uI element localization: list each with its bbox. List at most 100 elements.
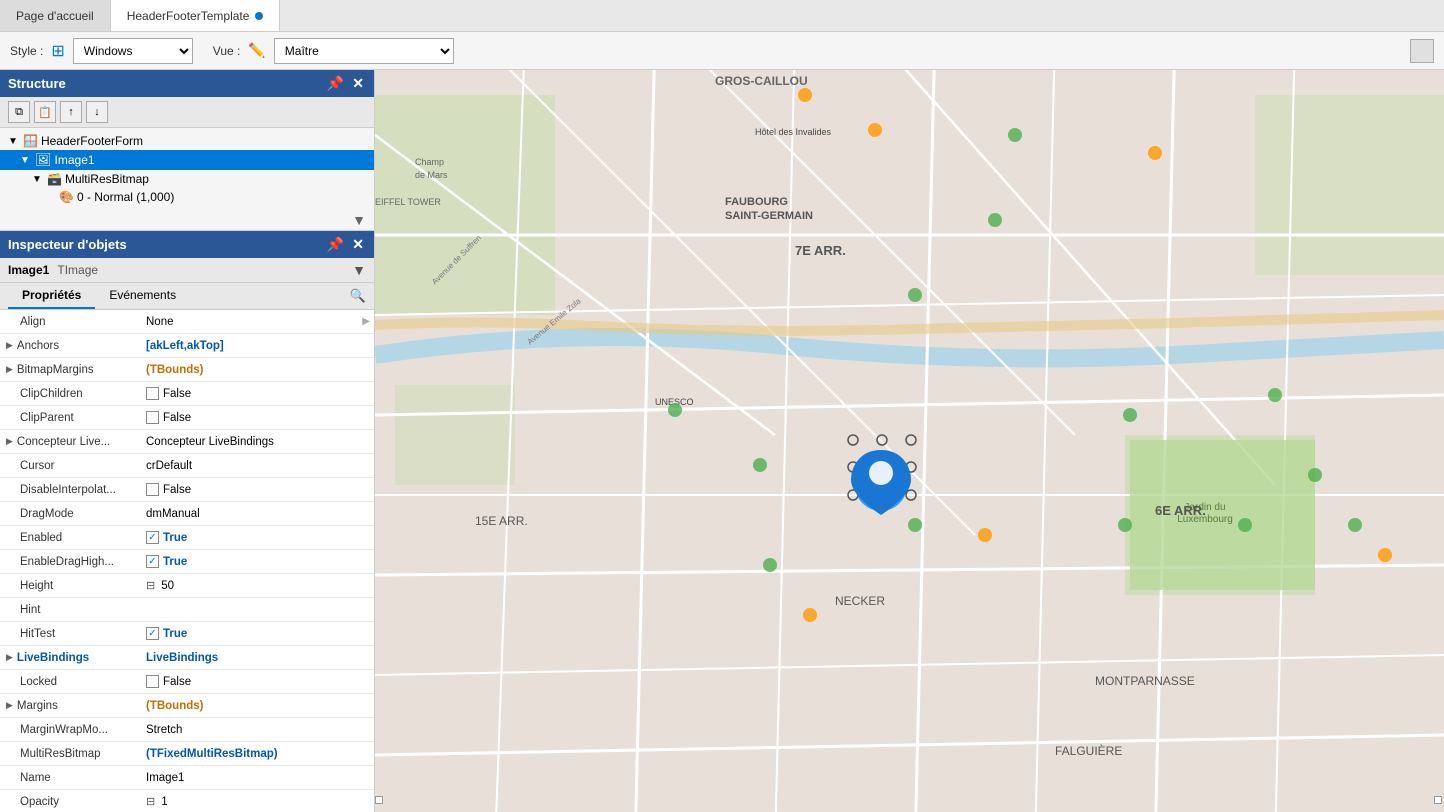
prop-name-marginwrapmode: MarginWrapMo...: [0, 721, 140, 739]
style-bar: Style : ⊞ Windows Vue : ✏️ Maître: [0, 32, 1444, 70]
prop-row-concepteur[interactable]: ▶ Concepteur Live... Concepteur LiveBind…: [0, 430, 374, 454]
hittest-checkbox[interactable]: [146, 627, 159, 640]
pin-icon[interactable]: 📌: [325, 75, 346, 92]
prop-name-margins: ▶ Margins: [0, 697, 140, 715]
structure-header-actions: 📌 ✕: [325, 75, 366, 92]
up-struct-btn[interactable]: ↑: [60, 101, 82, 123]
enabled-checkbox[interactable]: [146, 531, 159, 544]
tab-page-accueil[interactable]: Page d'accueil: [0, 0, 111, 31]
clipparent-checkbox[interactable]: [146, 411, 159, 424]
prop-value-locked: False: [140, 672, 374, 691]
prop-row-hittest[interactable]: HitTest True: [0, 622, 374, 646]
prop-row-margins[interactable]: ▶ Margins (TBounds): [0, 694, 374, 718]
vue-icon: ✏️: [248, 42, 265, 59]
corner-marker-bottom-left[interactable]: [375, 796, 383, 804]
component-dropdown-btn[interactable]: ▼: [352, 262, 366, 278]
margins-expand-arrow[interactable]: ▶: [6, 700, 13, 711]
prop-value-name: Image1: [140, 769, 374, 787]
tab-header-footer[interactable]: HeaderFooterTemplate: [111, 0, 281, 31]
prop-name-height: Height: [0, 577, 140, 595]
disableinterpolat-checkbox[interactable]: [146, 483, 159, 496]
tree-arrow-multires: ▼: [32, 174, 44, 185]
prop-name-dragmode: DragMode: [0, 505, 140, 523]
structure-header: Structure 📌 ✕: [0, 70, 374, 97]
windows-icon: ⊞: [51, 41, 64, 61]
tree-item-form[interactable]: ▼ 🪟 HeaderFooterForm: [0, 132, 374, 150]
copy-struct-btn[interactable]: ⧉: [8, 101, 30, 123]
prop-name-multiresbitmap: MultiResBitmap: [0, 745, 140, 763]
prop-row-align[interactable]: Align None ▶: [0, 310, 374, 334]
svg-text:FALGUIÈRE: FALGUIÈRE: [1055, 743, 1122, 758]
tab-evenements[interactable]: Evénements: [95, 283, 190, 309]
prop-row-enabledraghigh[interactable]: EnableDragHigh... True: [0, 550, 374, 574]
prop-row-anchors[interactable]: ▶ Anchors [akLeft,akTop]: [0, 334, 374, 358]
prop-row-clipchildren[interactable]: ClipChildren False: [0, 382, 374, 406]
opacity-icon: ⊟: [146, 795, 155, 808]
prop-row-disableinterpolat[interactable]: DisableInterpolat... False: [0, 478, 374, 502]
prop-row-cursor[interactable]: Cursor crDefault: [0, 454, 374, 478]
tree-arrow-form: ▼: [8, 136, 20, 147]
prop-value-clipparent: False: [140, 408, 374, 427]
prop-value-anchors: [akLeft,akTop]: [140, 337, 374, 355]
concepteur-expand-arrow[interactable]: ▶: [6, 436, 13, 447]
svg-text:EIFFEL TOWER: EIFFEL TOWER: [375, 197, 441, 207]
structure-title: Structure: [8, 76, 66, 91]
corner-marker-bottom-right[interactable]: [1434, 796, 1442, 804]
prop-row-bitmapmargins[interactable]: ▶ BitmapMargins (TBounds): [0, 358, 374, 382]
enabledraghigh-checkbox[interactable]: [146, 555, 159, 568]
tree-item-image1[interactable]: ▼ 🖼 Image1: [0, 150, 374, 170]
prop-row-hint[interactable]: Hint: [0, 598, 374, 622]
properties-table: Align None ▶ ▶ Anchors [akLeft,akTop] ▶: [0, 310, 374, 812]
prop-value-align: None: [140, 313, 362, 331]
inspector-close-icon[interactable]: ✕: [350, 236, 366, 253]
tree-label-form: HeaderFooterForm: [41, 134, 143, 148]
vue-select[interactable]: Maître: [274, 38, 454, 64]
structure-tree: ▼ 🪟 HeaderFooterForm ▼ 🖼 Image1 ▼ 🗃️ Mul…: [0, 128, 374, 210]
locked-checkbox[interactable]: [146, 675, 159, 688]
prop-value-bitmapmargins: (TBounds): [140, 361, 374, 379]
style-select[interactable]: Windows: [73, 38, 193, 64]
anchors-expand-arrow[interactable]: ▶: [6, 340, 13, 351]
inspector-pin-icon[interactable]: 📌: [325, 236, 346, 253]
component-type: TImage: [57, 263, 98, 277]
svg-text:SAINT-GERMAIN: SAINT-GERMAIN: [725, 210, 813, 222]
unsaved-dot: [255, 12, 263, 20]
prop-row-locked[interactable]: Locked False: [0, 670, 374, 694]
prop-row-clipparent[interactable]: ClipParent False: [0, 406, 374, 430]
livebindings-expand-arrow[interactable]: ▶: [6, 652, 13, 663]
prop-name-enabled: Enabled: [0, 529, 140, 547]
map-svg: Jardin du Luxembourg Tour Eiffel GROS-CA…: [375, 70, 1444, 812]
prop-name-clipchildren: ClipChildren: [0, 385, 140, 403]
prop-value-disableinterpolat: False: [140, 480, 374, 499]
prop-row-dragmode[interactable]: DragMode dmManual: [0, 502, 374, 526]
tree-scroll-down[interactable]: ▼: [0, 210, 374, 230]
clipchildren-checkbox[interactable]: [146, 387, 159, 400]
bitmapmargins-expand-arrow[interactable]: ▶: [6, 364, 13, 375]
close-structure-icon[interactable]: ✕: [350, 75, 366, 92]
prop-row-enabled[interactable]: Enabled True: [0, 526, 374, 550]
prop-row-height[interactable]: Height ⊟ 50: [0, 574, 374, 598]
prop-row-marginwrapmode[interactable]: MarginWrapMo... Stretch: [0, 718, 374, 742]
prop-row-multiresbitmap[interactable]: MultiResBitmap (TFixedMultiResBitmap): [0, 742, 374, 766]
structure-panel: Structure 📌 ✕ ⧉ 📋 ↑ ↓ ▼ 🪟 HeaderFooterFo…: [0, 70, 374, 231]
tab-proprietes[interactable]: Propriétés: [8, 283, 95, 309]
svg-text:NECKER: NECKER: [835, 594, 885, 608]
tree-item-multiresbitmap[interactable]: ▼ 🗃️ MultiResBitmap: [0, 170, 374, 188]
prop-name-disableinterpolat: DisableInterpolat...: [0, 481, 140, 499]
svg-text:7E ARR.: 7E ARR.: [795, 243, 846, 258]
tree-label-normal: 0 - Normal (1,000): [77, 190, 174, 204]
scroll-arrow: ▶: [362, 316, 374, 327]
prop-value-hint: [140, 607, 374, 613]
tree-item-normal[interactable]: 🎨 0 - Normal (1,000): [0, 188, 374, 206]
paste-struct-btn[interactable]: 📋: [34, 101, 56, 123]
prop-row-opacity[interactable]: Opacity ⊟ 1: [0, 790, 374, 812]
prop-name-hint: Hint: [0, 601, 140, 619]
svg-text:MONTPARNASSE: MONTPARNASSE: [1095, 674, 1195, 688]
prop-row-name[interactable]: Name Image1: [0, 766, 374, 790]
svg-text:15E ARR.: 15E ARR.: [475, 514, 528, 528]
prop-row-livebindings[interactable]: ▶ LiveBindings LiveBindings: [0, 646, 374, 670]
svg-text:de Mars: de Mars: [415, 170, 448, 180]
down-struct-btn[interactable]: ↓: [86, 101, 108, 123]
inspector-header: Inspecteur d'objets 📌 ✕: [0, 231, 374, 258]
prop-value-marginwrapmode: Stretch: [140, 721, 374, 739]
